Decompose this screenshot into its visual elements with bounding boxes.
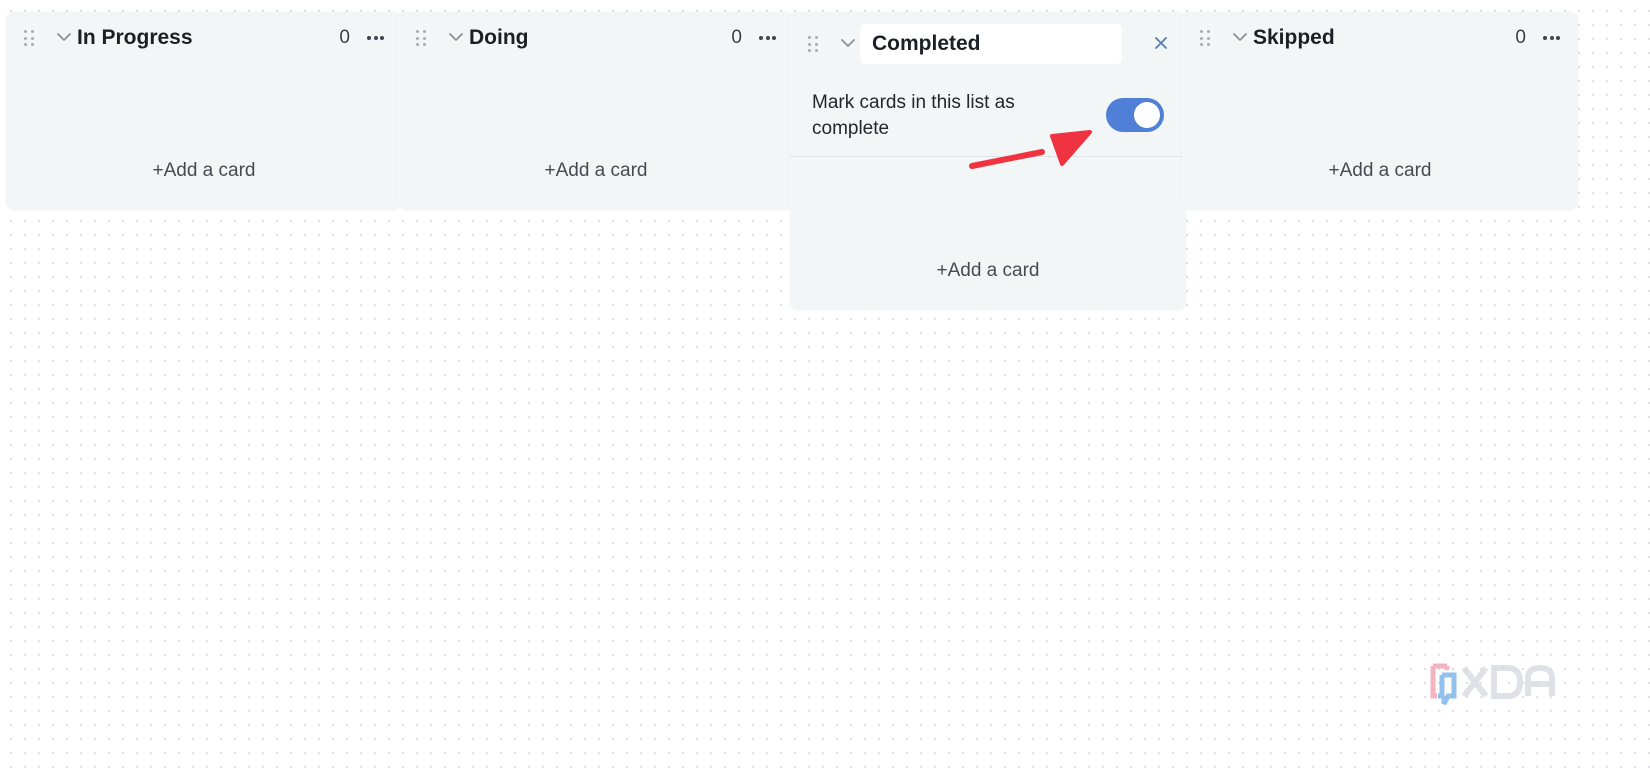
chevron-down-icon[interactable]: [1233, 32, 1247, 42]
add-card-button[interactable]: +Add a card: [1182, 160, 1578, 182]
close-icon[interactable]: [1154, 36, 1168, 50]
add-card-button[interactable]: +Add a card: [6, 160, 402, 182]
add-card-button[interactable]: +Add a card: [398, 160, 794, 182]
list-header: In Progress 0: [6, 12, 402, 64]
annotation-arrow: [969, 130, 1092, 169]
mark-complete-toggle[interactable]: [1106, 98, 1164, 132]
chevron-down-icon[interactable]: [841, 38, 855, 48]
drag-handle-icon[interactable]: [416, 30, 426, 46]
list-title-input[interactable]: [860, 24, 1122, 64]
list-header: Doing 0: [398, 12, 794, 64]
chevron-down-icon[interactable]: [449, 32, 463, 42]
card-count: 0: [1515, 27, 1526, 48]
card-count: 0: [731, 27, 742, 48]
more-icon[interactable]: [759, 36, 776, 40]
list-column-in-progress: In Progress 0 +Add a card: [6, 12, 402, 210]
list-header: Skipped 0: [1182, 12, 1578, 64]
list-column-skipped: Skipped 0 +Add a card: [1182, 12, 1578, 210]
list-header: [790, 12, 1186, 76]
list-title: Skipped: [1253, 26, 1335, 49]
list-column-doing: Doing 0 +Add a card: [398, 12, 794, 210]
more-icon[interactable]: [367, 36, 384, 40]
xda-logo: [1430, 663, 1555, 706]
chevron-down-icon[interactable]: [57, 32, 71, 42]
card-count: 0: [339, 27, 350, 48]
drag-handle-icon[interactable]: [24, 30, 34, 46]
add-card-button[interactable]: +Add a card: [790, 260, 1186, 282]
list-title: Doing: [469, 26, 529, 49]
drag-handle-icon[interactable]: [808, 36, 818, 52]
drag-handle-icon[interactable]: [1200, 30, 1210, 46]
list-title: In Progress: [77, 26, 193, 49]
toggle-knob: [1134, 102, 1160, 128]
more-icon[interactable]: [1543, 36, 1560, 40]
